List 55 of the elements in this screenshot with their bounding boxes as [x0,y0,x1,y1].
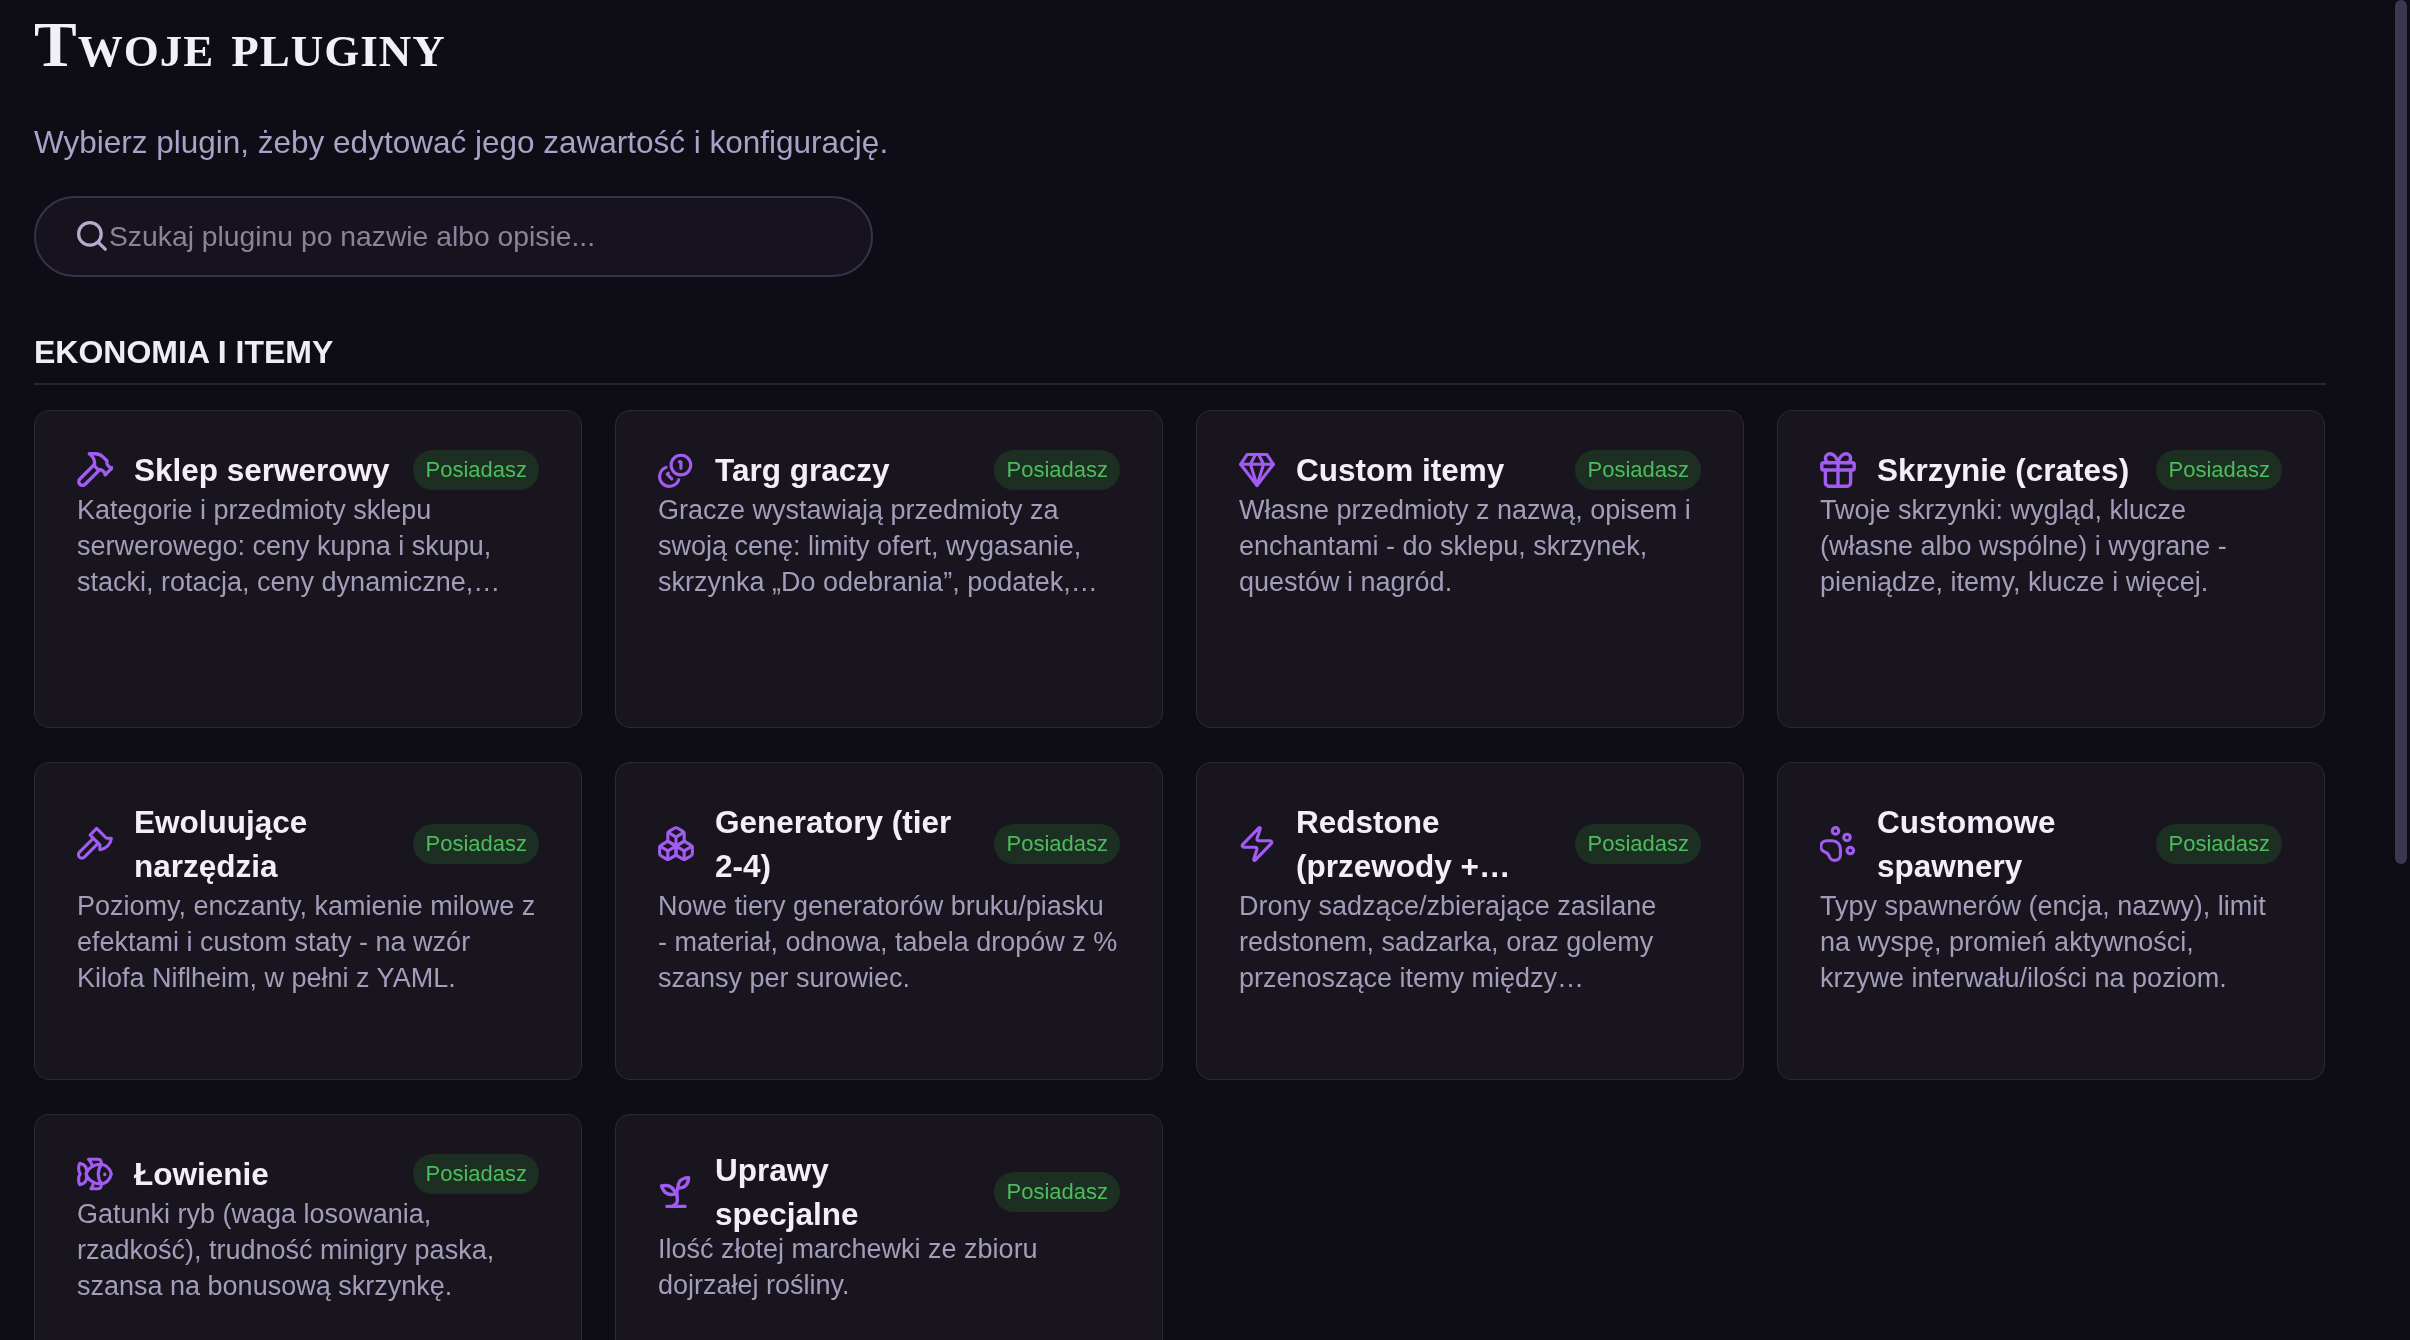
owned-badge: Posiadasz [994,824,1120,864]
owned-badge: Posiadasz [2156,450,2282,490]
gift-icon [1820,452,1856,488]
plugin-title: Generatory (tier 2-4) [715,803,953,886]
plugin-description: Gracze wystawiają przedmioty za swoją cenę: limity ofert, wygasanie, skrzynka „Do odebrania”, podatek,… [658,494,1099,599]
gem-icon [1239,452,1275,488]
plugin-description: Kategorie i przedmioty sklepu serwerowego: ceny kupna i skupu, stacki, rotacja, ceny dynamiczne,… [77,494,502,599]
plugin-title: Customowe spawnery [1877,803,2057,886]
search-field[interactable]: Szukaj pluginu po nazwie albo opisie... [34,196,873,277]
owned-badge: Posiadasz [413,1154,539,1194]
plugin-title: Targ graczy [715,451,890,490]
owned-badge: Posiadasz [994,1171,1120,1212]
plugin-title: Ewoluujące narzędzia [134,803,309,886]
plugin-card[interactable]: Łowienie Posiadasz Gatunki ryb (waga losowania, rzadkość), trudność minigry paska, szansa na bonusową skrzynkę. [34,1114,582,1340]
plugin-title: Uprawy specjalne [715,1150,860,1234]
plugin-card[interactable]: Targ graczy Posiadasz Gracze wystawiają przedmioty za swoją cenę: limity ofert, wygasanie, skrzynka „Do odebrania”, podatek,… [615,410,1163,728]
plugin-card[interactable]: Sklep serwerowy Posiadasz Kategorie i przedmioty sklepu serwerowego: ceny kupna i skupu, stacki, rotacja, ceny dynamiczne,… [34,410,582,728]
section-heading: EKONOMIA I ITEMY [34,333,334,371]
page-subtitle: Wybierz plugin, żeby edytować jego zawartość i konfigurację. [34,123,889,162]
owned-badge: Posiadasz [2156,824,2282,864]
owned-badge: Posiadasz [1575,450,1701,490]
plugin-card[interactable]: Uprawy specjalne Posiadasz Ilość złotej marchewki ze zbioru dojrzałej rośliny. [615,1114,1163,1340]
search-icon [77,221,107,251]
scrollbar-thumb[interactable] [2395,0,2407,864]
lightning-icon [1239,826,1275,862]
plugin-description: Nowe tiery generatorów bruku/piasku - materiał, odnowa, tabela dropów z % szansy per surowiec. [658,890,1119,995]
plugin-card[interactable]: Redstone (przewody +… Posiadasz Drony sadzące/zbierające zasilane redstonem, sadzarka, oraz golemy przenoszące itemy między… [1196,762,1744,1080]
cubes-icon [658,826,694,862]
plugin-card[interactable]: Custom itemy Posiadasz Własne przedmioty z nazwą, opisem i enchantami - do sklepu, skrzynek, questów i nagród. [1196,410,1744,728]
axe-icon [77,826,113,862]
plugin-description: Gatunki ryb (waga losowania, rzadkość), trudność minigry paska, szansa na bonusową skrzynkę. [77,1198,496,1303]
hammer-icon [77,452,113,488]
plugin-title: Redstone (przewody +… [1296,803,1512,886]
owned-badge: Posiadasz [1575,824,1701,864]
paw-icon [1820,826,1856,862]
plugin-card[interactable]: Customowe spawnery Posiadasz Typy spawnerów (encja, nazwy), limit na wyspę, promień aktywności, krzywe interwału/ilości na poziom. [1777,762,2325,1080]
plugin-card[interactable]: Skrzynie (crates) Posiadasz Twoje skrzynki: wygląd, klucze (własne albo wspólne) i wygrane - pieniądze, itemy, klucze i więcej. [1777,410,2325,728]
plugin-description: Własne przedmioty z nazwą, opisem i enchantami - do sklepu, skrzynek, questów i nagród. [1239,494,1692,599]
plugin-description: Ilość złotej marchewki ze zbioru dojrzałej rośliny. [658,1233,1039,1302]
plugin-card[interactable]: Ewoluujące narzędzia Posiadasz Poziomy, enczanty, kamienie milowe z efektami i custom staty - na wzór Kilofa Niflheim, w pełni z YAML. [34,762,582,1080]
plugin-title: Sklep serwerowy [134,451,390,490]
plugin-description: Twoje skrzynki: wygląd, klucze (własne albo wspólne) i wygrane - pieniądze, itemy, klucze i więcej. [1820,494,2228,599]
coins-icon [658,452,694,488]
plugin-description: Typy spawnerów (encja, nazwy), limit na wyspę, promień aktywności, krzywe interwału/ilości na poziom. [1820,890,2267,995]
page-title: Twoje pluginy [34,9,446,80]
plugin-description: Drony sadzące/zbierające zasilane redstonem, sadzarka, oraz golemy przenoszące itemy między… [1239,890,1658,995]
owned-badge: Posiadasz [413,824,539,864]
fish-icon [77,1156,113,1192]
plugin-description: Poziomy, enczanty, kamienie milowe z efektami i custom staty - na wzór Kilofa Niflheim, w pełni z YAML. [77,890,537,995]
plugin-card[interactable]: Generatory (tier 2-4) Posiadasz Nowe tiery generatorów bruku/piasku - materiał, odnowa, tabela dropów z % szansy per surowiec. [615,762,1163,1080]
plugin-title: Łowienie [134,1155,269,1194]
plugin-title: Skrzynie (crates) [1877,451,2130,490]
owned-badge: Posiadasz [994,450,1120,490]
plugin-title: Custom itemy [1296,451,1505,490]
owned-badge: Posiadasz [413,450,539,490]
